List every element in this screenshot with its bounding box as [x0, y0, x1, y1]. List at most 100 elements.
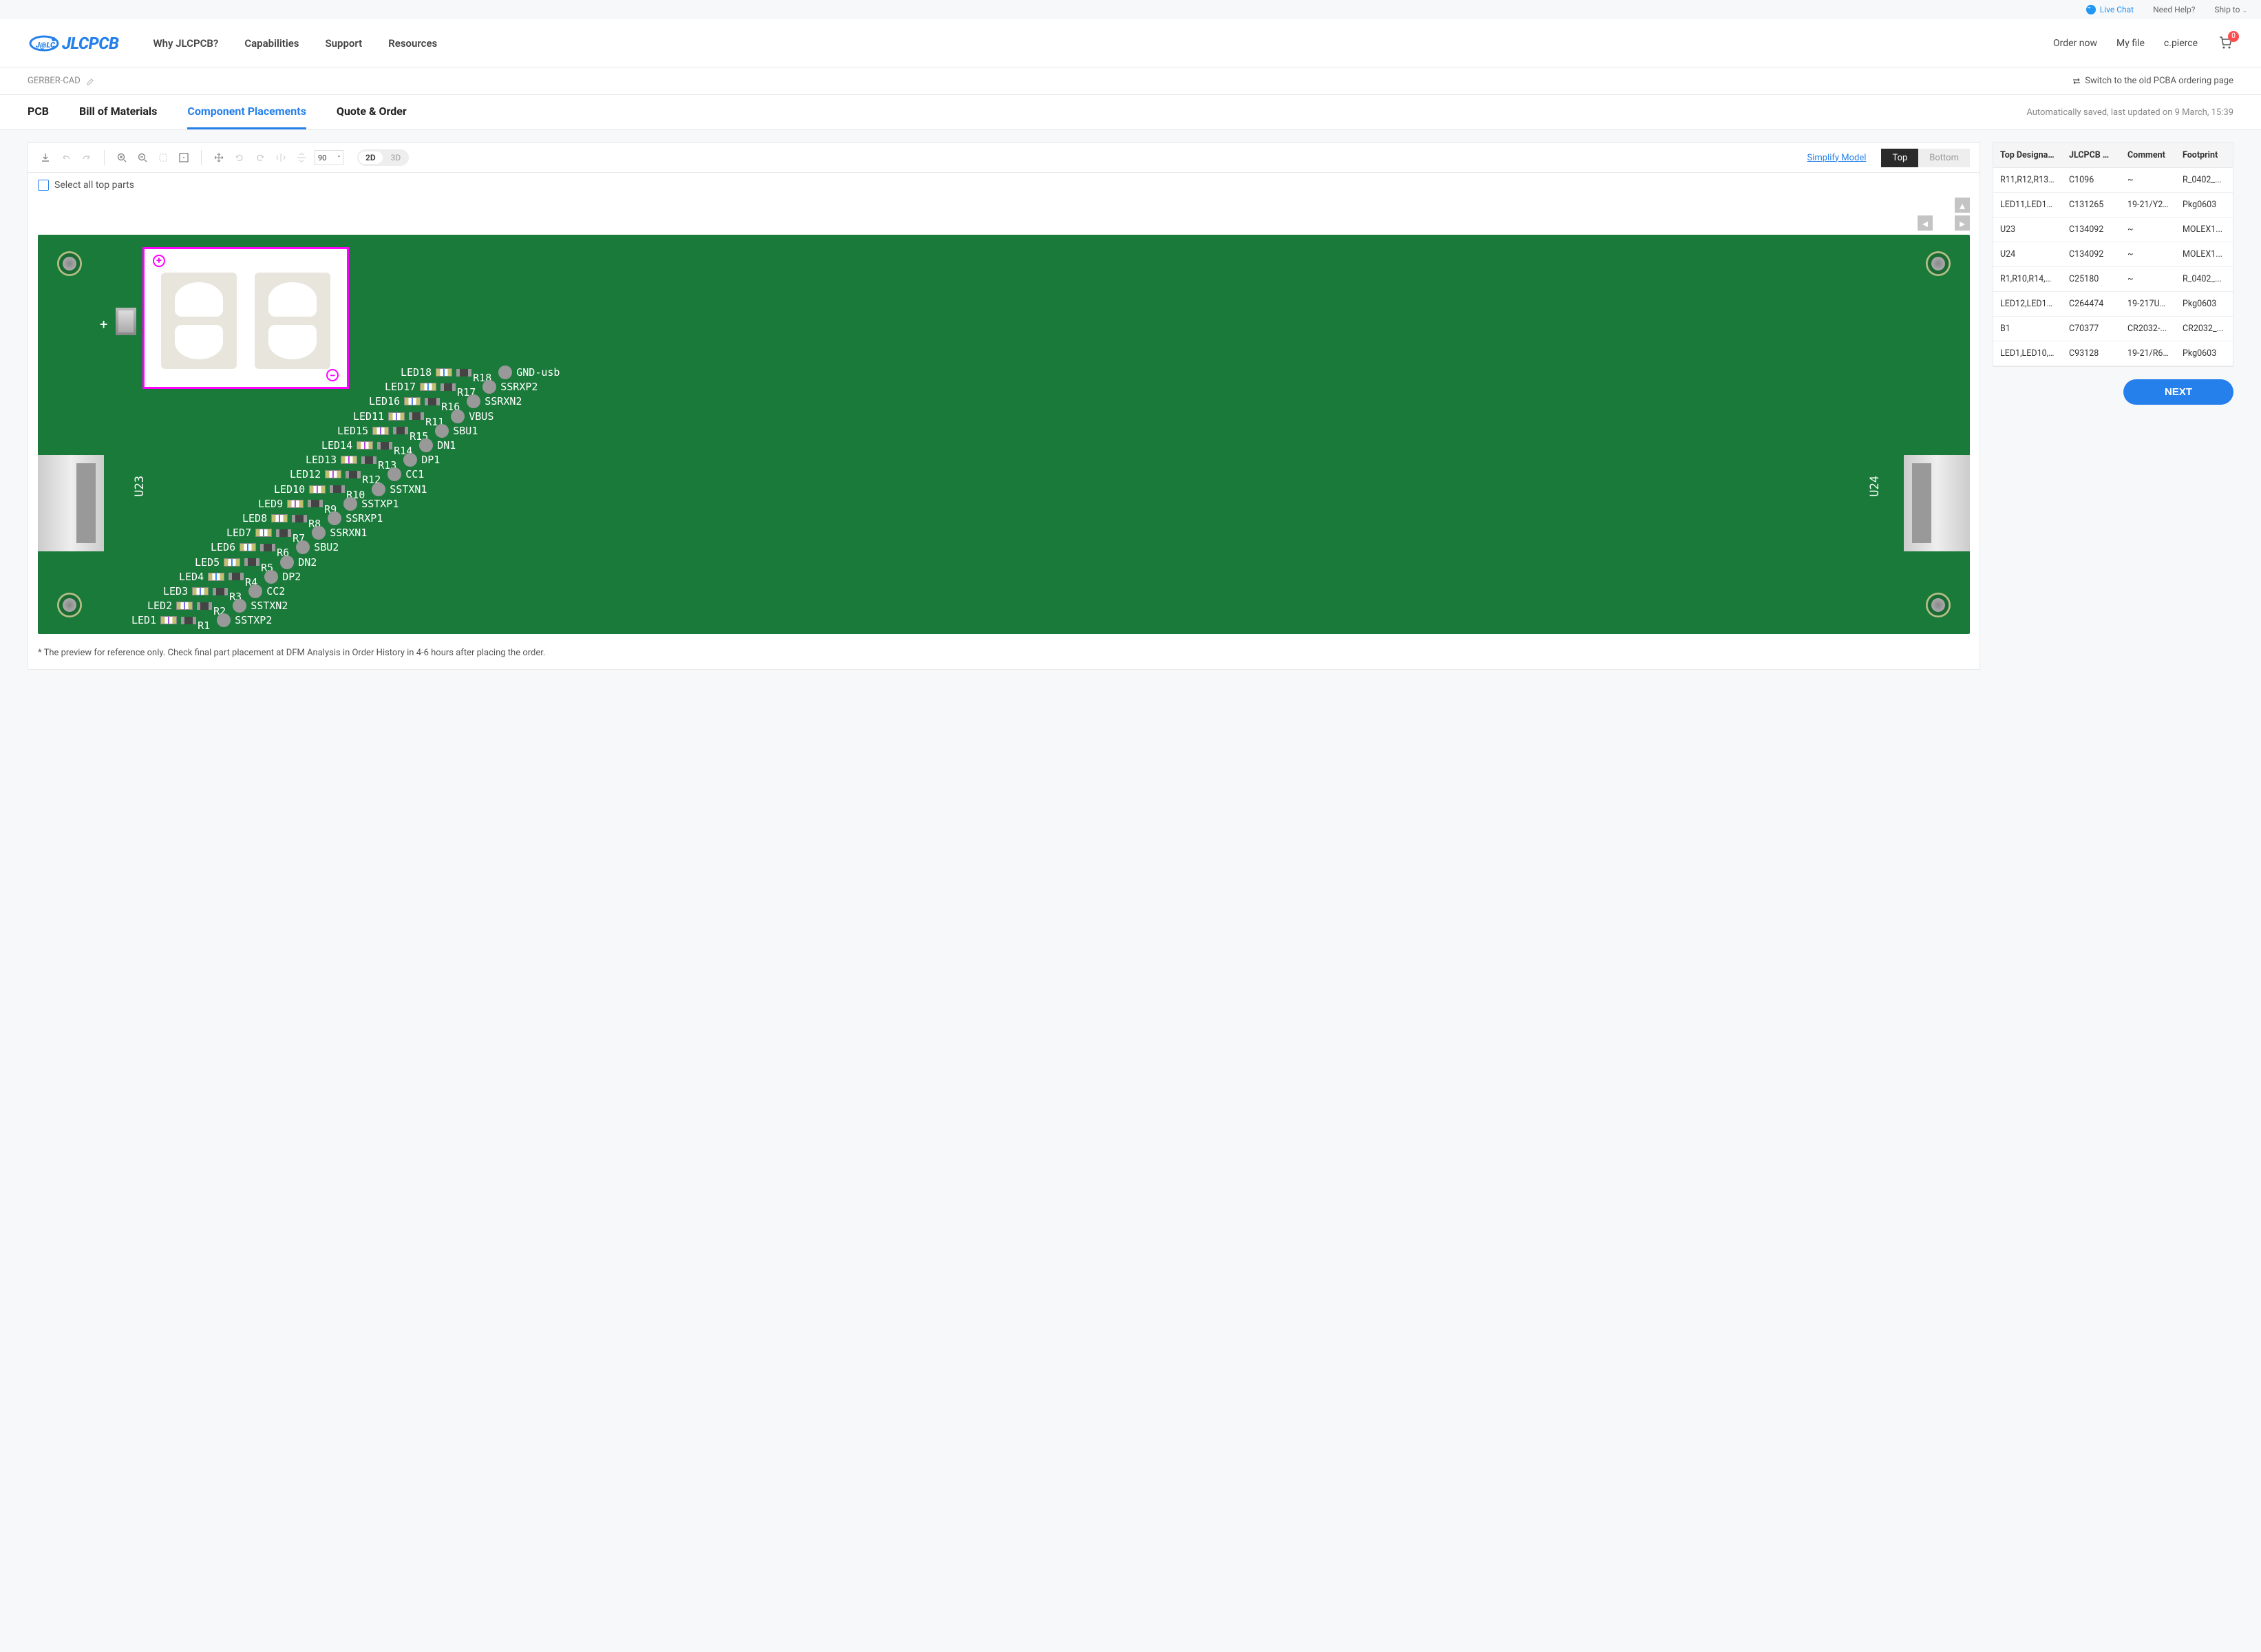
fit-screen-icon[interactable]: [176, 150, 191, 165]
component-row[interactable]: LED1R1SSTXP2: [131, 613, 272, 627]
component-row[interactable]: LED7R7SSRXN1: [226, 526, 367, 540]
cart-button[interactable]: 0: [2217, 34, 2233, 53]
resistor-component[interactable]: [260, 544, 275, 551]
component-row[interactable]: LED12R12CC1: [290, 467, 424, 481]
select-all-checkbox[interactable]: [38, 180, 49, 191]
nav-capabilities[interactable]: Capabilities: [244, 37, 299, 50]
led-component[interactable]: [325, 470, 341, 478]
resistor-component[interactable]: [425, 398, 440, 405]
resistor-component[interactable]: [276, 529, 291, 537]
led-component[interactable]: [287, 500, 304, 508]
table-row[interactable]: U24C134092~MOLEX1...: [1993, 242, 2233, 267]
usb-connector-u24[interactable]: [1904, 455, 1970, 551]
rotate-ccw-icon[interactable]: [232, 150, 247, 165]
led-component[interactable]: [240, 543, 256, 551]
table-row[interactable]: LED11,LED13,LE...C13126519-21/Y2...Pkg06…: [1993, 193, 2233, 218]
resistor-component[interactable]: [440, 383, 456, 391]
usb-connector-u23[interactable]: [38, 455, 104, 551]
table-row[interactable]: U23C134092~MOLEX1...: [1993, 218, 2233, 242]
led-component[interactable]: [208, 573, 224, 581]
resistor-component[interactable]: [197, 602, 212, 610]
led-component[interactable]: [420, 383, 436, 391]
component-row[interactable]: LED8R8SSRXP1: [242, 511, 383, 525]
simplify-model-link[interactable]: Simplify Model: [1807, 153, 1866, 163]
resistor-component[interactable]: [409, 412, 424, 420]
live-chat-link[interactable]: Live Chat: [2086, 5, 2134, 14]
resistor-component[interactable]: [346, 471, 361, 478]
resistor-component[interactable]: [377, 442, 392, 449]
resistor-component[interactable]: [229, 573, 244, 580]
resistor-component[interactable]: [308, 500, 323, 507]
component-row[interactable]: LED15R15SBU1: [337, 424, 478, 438]
my-file-link[interactable]: My file: [2116, 38, 2145, 49]
nav-up-button[interactable]: ▴: [1955, 198, 1970, 213]
undo-icon[interactable]: [59, 150, 74, 165]
led-component[interactable]: [372, 427, 389, 435]
view-3d-button[interactable]: 3D: [384, 151, 408, 164]
led-component[interactable]: [357, 441, 373, 449]
led-component[interactable]: [309, 485, 326, 494]
component-row[interactable]: LED11R11VBUS: [353, 410, 493, 423]
table-row[interactable]: R11,R12,R13,R15...C1096~R_0402_...: [1993, 168, 2233, 193]
col-designator[interactable]: Top Designator: [1993, 143, 2062, 167]
component-row[interactable]: LED18R18GND-usb: [401, 366, 560, 379]
component-row[interactable]: LED13R13DP1: [306, 453, 440, 467]
table-row[interactable]: R1,R10,R14,R16,...C25180~R_0402_...: [1993, 267, 2233, 292]
resistor-component[interactable]: [292, 515, 307, 522]
component-row[interactable]: LED10R10SSTXN1: [274, 483, 427, 496]
zoom-in-icon[interactable]: [114, 150, 129, 165]
col-part[interactable]: JLCPCB Part #: [2062, 143, 2121, 167]
fit-selection-icon[interactable]: [156, 150, 171, 165]
component-row[interactable]: LED2R2SSTXN2: [147, 599, 288, 613]
rotation-input[interactable]: 90°: [315, 150, 343, 165]
component-row[interactable]: LED14R14DN1: [321, 438, 456, 452]
led-component[interactable]: [224, 558, 240, 566]
need-help-link[interactable]: Need Help?: [2153, 5, 2195, 14]
layer-bottom-button[interactable]: Bottom: [1918, 149, 1970, 167]
component-row[interactable]: LED16R16SSRXN2: [369, 394, 522, 408]
resistor-component[interactable]: [181, 617, 196, 624]
move-icon[interactable]: [211, 150, 226, 165]
redo-icon[interactable]: [79, 150, 94, 165]
layer-top-button[interactable]: Top: [1881, 149, 1918, 167]
component-row[interactable]: LED4R4DP2: [179, 570, 301, 584]
nav-why[interactable]: Why JLCPCB?: [153, 37, 218, 50]
user-menu[interactable]: c.pierce: [2164, 38, 2198, 49]
component-row[interactable]: LED9R9SSTXP1: [258, 497, 399, 511]
component-row[interactable]: LED3R3CC2: [163, 584, 285, 598]
resistor-component[interactable]: [330, 485, 345, 493]
table-row[interactable]: LED1,LED10,LED...C9312819-21/R6...Pkg060…: [1993, 341, 2233, 366]
flip-v-icon[interactable]: [294, 150, 309, 165]
led-component[interactable]: [436, 368, 452, 377]
led-component[interactable]: [160, 616, 177, 624]
edit-icon[interactable]: [86, 76, 96, 86]
led-component[interactable]: [341, 456, 357, 464]
nav-support[interactable]: Support: [326, 37, 363, 50]
rotate-cw-icon[interactable]: [253, 150, 268, 165]
led-component[interactable]: [192, 587, 209, 595]
nav-left-button[interactable]: ◂: [1918, 215, 1933, 231]
resistor-component[interactable]: [393, 427, 408, 434]
download-icon[interactable]: [38, 150, 53, 165]
led-component[interactable]: [271, 514, 288, 522]
logo[interactable]: J@LC JLCPCB: [28, 32, 118, 54]
led-component[interactable]: [176, 602, 193, 610]
component-row[interactable]: LED17R17SSRXP2: [385, 380, 538, 394]
switch-old-page-link[interactable]: Switch to the old PCBA ordering page: [2072, 76, 2233, 86]
led-component[interactable]: [388, 412, 405, 421]
tab-pcb[interactable]: PCB: [28, 95, 49, 129]
zoom-out-icon[interactable]: [135, 150, 150, 165]
resistor-component[interactable]: [456, 369, 471, 377]
component-row[interactable]: LED5R5DN2: [195, 555, 317, 569]
next-button[interactable]: NEXT: [2123, 379, 2233, 405]
nav-resources[interactable]: Resources: [388, 37, 437, 50]
table-row[interactable]: B1C70377CR2032-...CR2032_...: [1993, 317, 2233, 341]
led-component[interactable]: [404, 397, 421, 405]
order-now-link[interactable]: Order now: [2053, 38, 2097, 49]
table-row[interactable]: LED12,LED15,LE...C26447419-217UY...Pkg06…: [1993, 292, 2233, 317]
ship-to-dropdown[interactable]: Ship to⌄: [2214, 5, 2247, 14]
col-footprint[interactable]: Footprint: [2176, 143, 2231, 167]
led-component[interactable]: [255, 529, 272, 537]
view-2d-button[interactable]: 2D: [359, 151, 383, 164]
tab-placements[interactable]: Component Placements: [187, 95, 306, 129]
